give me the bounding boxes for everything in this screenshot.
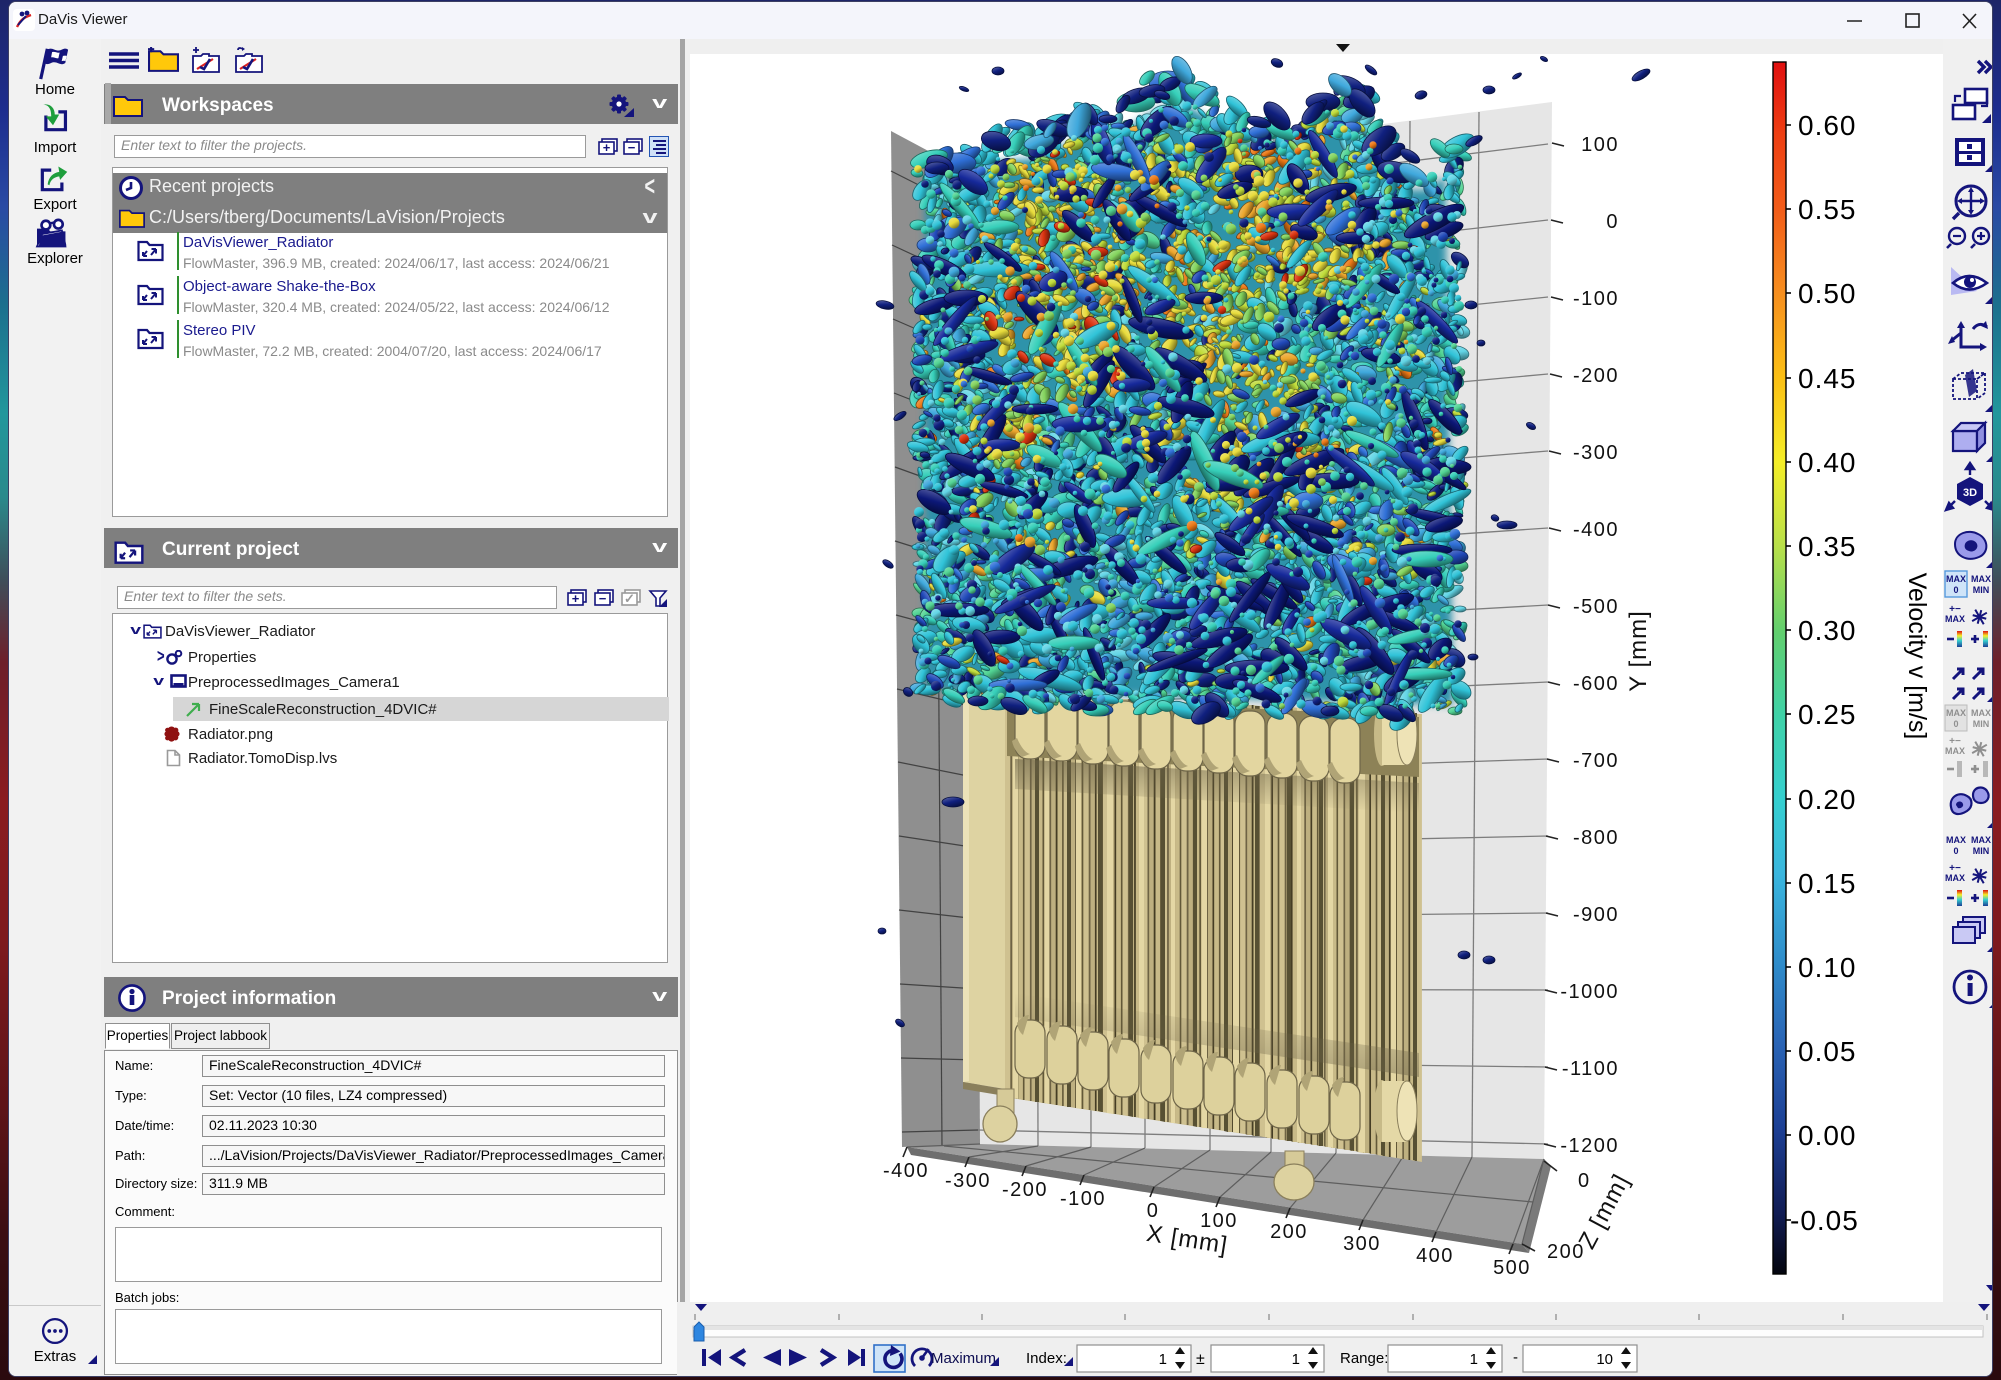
- svg-text:−: −: [599, 591, 607, 606]
- svg-text:+: +: [603, 140, 611, 155]
- svg-text:+: +: [572, 591, 580, 606]
- svg-text:−: −: [628, 140, 636, 155]
- svg-text:✓: ✓: [624, 591, 635, 606]
